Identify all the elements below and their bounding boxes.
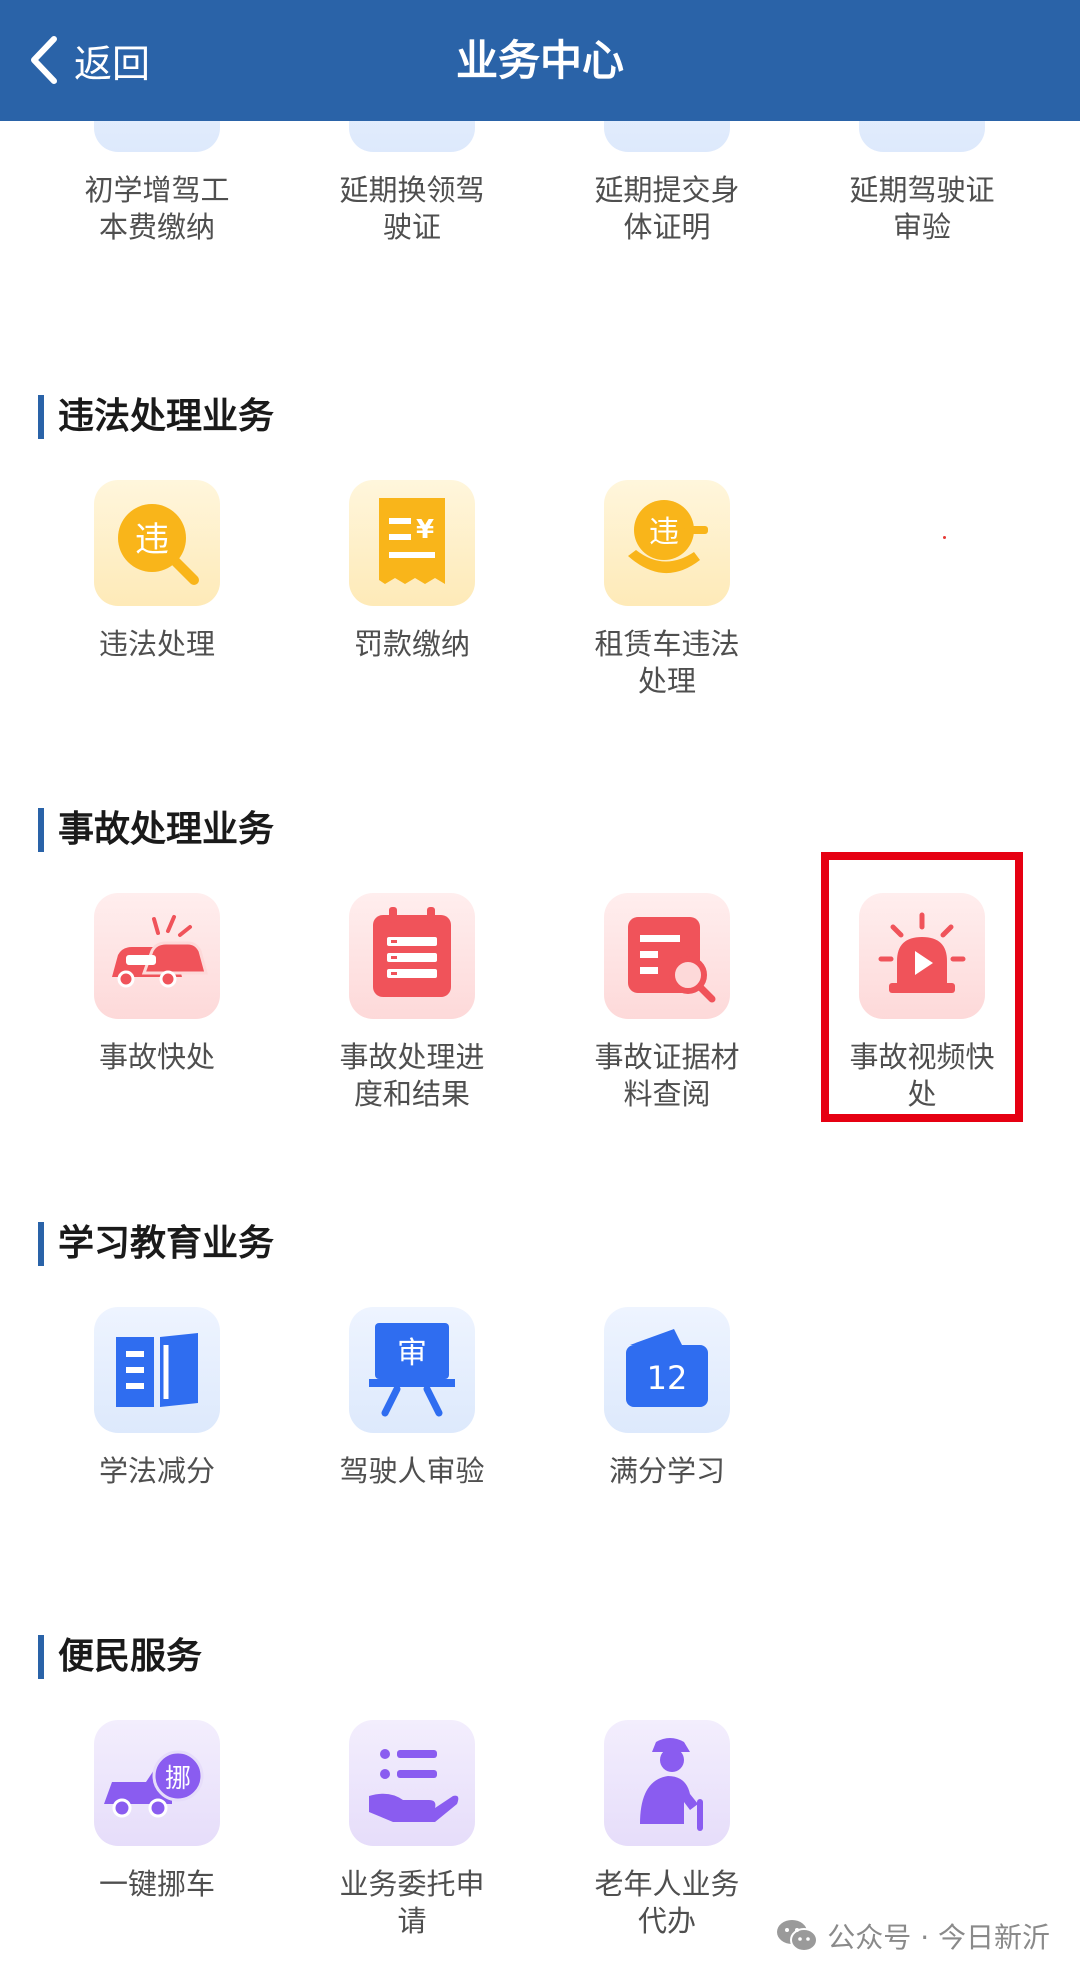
violation-grid: 违 违法处理 ¥ 罚款缴纳 违 租赁车违法 处理 <box>0 480 1080 720</box>
svg-text:¥: ¥ <box>416 515 434 545</box>
open-book-icon <box>94 1307 220 1433</box>
section-title-convenience: 便民服务 <box>38 1635 202 1679</box>
top-nav-bar: 返回 业务中心 <box>0 0 1080 121</box>
svg-text:违: 违 <box>135 520 169 560</box>
service-label: 初学增驾工 本费缴纳 <box>84 173 230 244</box>
wechat-watermark: 公众号 · 今日新沂 <box>775 1912 1050 1960</box>
service-label: 事故处理进 度和结果 <box>339 1040 485 1111</box>
service-label: 业务委托申请 <box>339 1867 485 1938</box>
svg-text:挪: 挪 <box>165 1764 191 1794</box>
service-label: 老年人业务 代办 <box>594 1867 740 1938</box>
red-highlight-box <box>821 852 1023 1122</box>
page-title: 业务中心 <box>455 36 624 85</box>
document-search-icon <box>604 893 730 1019</box>
service-label: 罚款缴纳 <box>353 627 470 661</box>
car-crash-icon <box>94 893 220 1019</box>
wechat-icon <box>777 1920 819 1952</box>
service-label: 违法处理 <box>98 627 215 661</box>
score-12-icon: 12 <box>604 1307 730 1433</box>
section-title-violation: 违法处理业务 <box>38 395 274 439</box>
calendar-list-icon <box>349 893 475 1019</box>
service-label: 学法减分 <box>98 1454 215 1488</box>
rental-violation-icon: 违 <box>604 480 730 606</box>
violation-search-icon: 违 <box>94 480 220 606</box>
service-label: 一键挪车 <box>98 1867 215 1901</box>
red-dot-mark <box>943 536 946 539</box>
elderly-person-icon <box>604 1720 730 1846</box>
service-label: 驾驶人审验 <box>339 1454 485 1488</box>
svg-text:违: 违 <box>649 515 679 550</box>
tow-truck-icon: 挪 <box>94 1720 220 1846</box>
section-title-study: 学习教育业务 <box>38 1222 274 1266</box>
service-label: 满分学习 <box>608 1454 725 1488</box>
svg-text:12: 12 <box>647 1359 688 1397</box>
service-label: 延期提交身 体证明 <box>594 173 740 244</box>
business-center-content: ¥ 初学增驾工本费缴纳 延期换领驾驶证 <box>0 0 1080 1973</box>
service-label: 延期换领驾 驶证 <box>339 173 485 244</box>
service-label: 延期驾驶证 审验 <box>849 173 995 244</box>
service-label: 事故快处 <box>98 1040 215 1074</box>
watermark-text: 公众号 · 今日新沂 <box>827 1921 1050 1954</box>
service-label: 事故证据材 料查阅 <box>594 1040 740 1111</box>
hand-list-icon <box>349 1720 475 1846</box>
svg-text:审: 审 <box>397 1336 427 1371</box>
review-board-icon: 审 <box>349 1307 475 1433</box>
study-grid: 学法减分 审 驾驶人审验 12 满分学习 <box>0 1307 1080 1547</box>
service-label: 租赁车违法 处理 <box>594 627 740 698</box>
receipt-icon: ¥ <box>349 480 475 606</box>
section-title-accident: 事故处理业务 <box>38 808 274 852</box>
